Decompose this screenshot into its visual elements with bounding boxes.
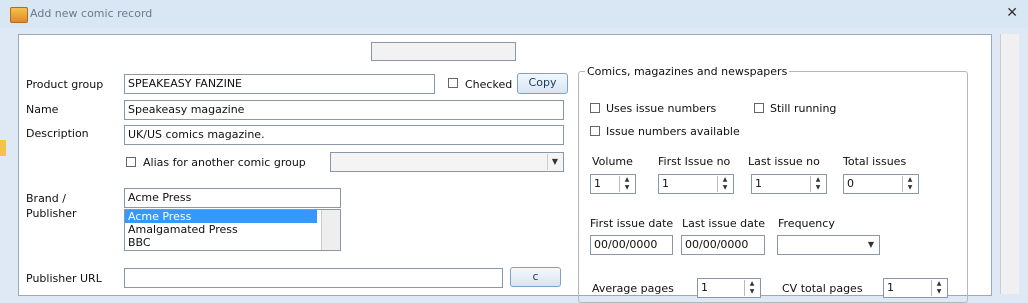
list-item[interactable]: Amalgamated Press (125, 223, 317, 236)
list-item[interactable]: Acme Press (125, 210, 317, 223)
uses-issue-numbers-checkbox[interactable] (590, 103, 600, 113)
description-label: Description (26, 127, 89, 140)
alias-checkbox[interactable] (126, 157, 136, 167)
spin-arrows-icon[interactable]: ▲ ▼ (902, 176, 917, 192)
first-issue-no-label: First Issue no (658, 155, 731, 168)
app-icon (10, 7, 28, 23)
average-pages-label: Average pages (592, 282, 674, 295)
volume-spinner[interactable]: 1 ▲ ▼ (590, 174, 636, 194)
checked-checkbox[interactable] (448, 78, 458, 88)
average-pages-spinner[interactable]: 1 ▲ ▼ (697, 278, 761, 298)
average-pages-value: 1 (701, 281, 708, 294)
publisher-listbox[interactable]: Acme Press Amalgamated Press BBC (124, 209, 341, 251)
last-issue-no-value: 1 (755, 177, 762, 190)
issue-numbers-available-checkbox[interactable] (590, 126, 600, 136)
first-issue-date-label: First issue date (590, 217, 674, 230)
spin-arrows-icon[interactable]: ▲ ▼ (744, 280, 759, 296)
first-issue-no-value: 1 (662, 177, 669, 190)
last-issue-no-spinner[interactable]: 1 ▲ ▼ (751, 174, 827, 194)
last-issue-date-label: Last issue date (682, 217, 765, 230)
alias-label: Alias for another comic group (143, 156, 306, 169)
first-issue-date-input[interactable]: 00/00/0000 (590, 235, 673, 255)
publisher-url-label: Publisher URL (26, 272, 102, 285)
publisher-url-button[interactable]: c (510, 267, 561, 287)
cv-total-pages-spinner[interactable]: 1 ▲ ▼ (883, 278, 948, 298)
cv-total-pages-label: CV total pages (782, 282, 863, 295)
listbox-scrollbar[interactable] (321, 210, 340, 250)
spin-arrows-icon[interactable]: ▲ ▼ (717, 176, 732, 192)
dropdown-arrow-icon: ▼ (867, 240, 875, 249)
name-label: Name (26, 103, 59, 116)
first-issue-no-spinner[interactable]: 1 ▲ ▼ (658, 174, 734, 194)
product-group-input[interactable]: SPEAKEASY FANZINE (124, 74, 435, 94)
title-bar: Add new comic record ✕ (0, 0, 1028, 28)
spin-arrows-icon[interactable]: ▲ ▼ (619, 176, 634, 192)
checked-label: Checked (465, 78, 513, 91)
still-running-label: Still running (770, 102, 837, 115)
volume-value: 1 (594, 177, 601, 190)
total-issues-label: Total issues (843, 155, 907, 168)
brand-input[interactable]: Acme Press (124, 188, 341, 208)
alias-group-select[interactable]: ▼ (330, 152, 564, 172)
description-input[interactable]: UK/US comics magazine. (124, 125, 564, 145)
frequency-select[interactable]: ▼ (777, 235, 880, 255)
name-input[interactable]: Speakeasy magazine (124, 100, 564, 120)
spin-arrows-icon[interactable]: ▲ ▼ (931, 280, 946, 296)
publisher-label: Publisher (26, 207, 77, 220)
dropdown-arrow-icon: ▼ (547, 154, 562, 170)
last-issue-date-input[interactable]: 00/00/0000 (681, 235, 765, 255)
record-id-field (371, 42, 516, 61)
cv-total-pages-value: 1 (887, 281, 894, 294)
still-running-checkbox[interactable] (754, 103, 764, 113)
publisher-url-input[interactable] (124, 268, 503, 288)
vertical-scrollbar[interactable] (1000, 34, 1019, 294)
copy-button[interactable]: Copy (517, 73, 568, 94)
frequency-label: Frequency (778, 217, 835, 230)
list-item[interactable]: BBC (125, 236, 317, 249)
last-issue-no-label: Last issue no (748, 155, 820, 168)
total-issues-value: 0 (847, 177, 854, 190)
window-title: Add new comic record (30, 7, 153, 20)
left-edge-tab (0, 140, 6, 156)
volume-label: Volume (592, 155, 633, 168)
total-issues-spinner[interactable]: 0 ▲ ▼ (843, 174, 919, 194)
issue-numbers-available-label: Issue numbers available (606, 125, 740, 138)
group-title: Comics, magazines and newspapers (585, 65, 790, 78)
spin-arrows-icon[interactable]: ▲ ▼ (810, 176, 825, 192)
uses-issue-numbers-label: Uses issue numbers (606, 102, 717, 115)
product-group-label: Product group (26, 78, 104, 91)
brand-label: Brand / (26, 192, 66, 205)
close-icon[interactable]: ✕ (1006, 5, 1018, 21)
